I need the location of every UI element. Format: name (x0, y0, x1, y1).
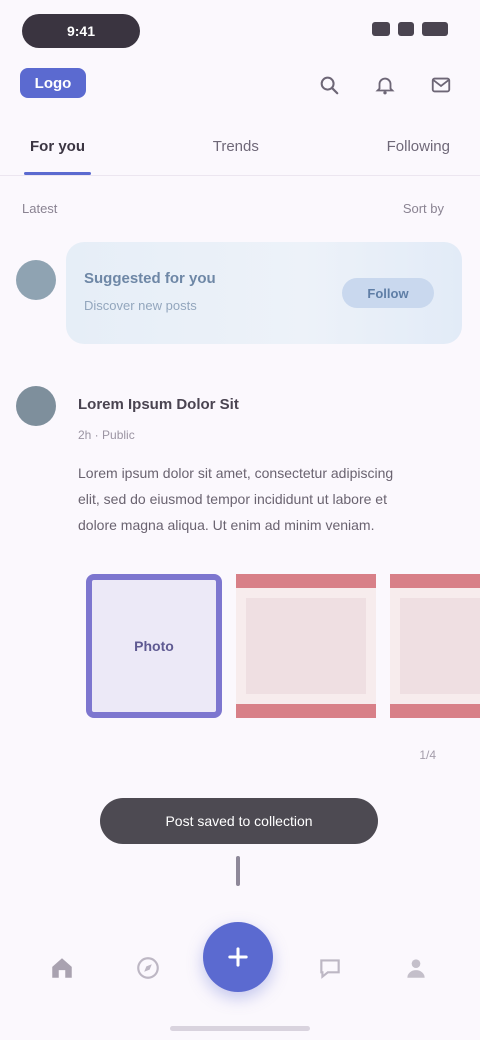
follow-button[interactable]: Follow (342, 278, 434, 308)
image-tile-selected[interactable]: Photo (86, 574, 222, 718)
post-body-line: Lorem ipsum dolor sit amet, consectetur … (78, 465, 394, 481)
status-time: 9:41 (66, 23, 96, 39)
image-tile[interactable] (390, 574, 480, 718)
post-body: Lorem ipsum dolor sit amet, consectetur … (78, 460, 448, 538)
post-body-line: elit, sed do eiusmod tempor incididunt u… (78, 491, 387, 507)
snackbar-message: Post saved to collection (165, 813, 313, 829)
image-counter: 1/4 (419, 748, 436, 762)
nav-explore[interactable] (128, 948, 168, 988)
tab-for-you[interactable]: For you (24, 126, 91, 175)
post-body-line: dolore magna aliqua. Ut enim ad minim ve… (78, 517, 375, 533)
suggestion-avatar[interactable] (16, 260, 56, 300)
post-image-carousel[interactable]: Photo (80, 574, 480, 722)
nav-chat[interactable] (310, 948, 350, 988)
messages-button[interactable] (424, 68, 458, 102)
filter-row: Latest Sort by (22, 196, 444, 220)
drag-handle (236, 856, 240, 886)
image-tile-label: Photo (134, 638, 174, 654)
profile-icon (407, 959, 425, 978)
compose-icon (228, 947, 248, 967)
notifications-button[interactable] (368, 68, 402, 102)
status-time-pill: 9:41 (22, 14, 140, 48)
logo-text: Logo (34, 74, 72, 92)
explore-icon (137, 957, 159, 979)
bell-icon (375, 77, 395, 95)
sort-by-button[interactable]: Sort by (403, 201, 444, 216)
home-indicator (170, 1026, 310, 1031)
suggestion-card[interactable]: Suggested for you Discover new posts Fol… (66, 242, 462, 344)
tab-trends[interactable]: Trends (213, 126, 259, 175)
nav-profile[interactable] (396, 948, 436, 988)
compose-button[interactable] (203, 922, 273, 992)
nav-home[interactable] (42, 948, 82, 988)
tab-following[interactable]: Following (387, 126, 450, 175)
app-logo[interactable]: Logo (20, 68, 86, 98)
mail-icon (431, 77, 451, 93)
battery-icon (422, 22, 448, 36)
snackbar[interactable]: Post saved to collection (100, 798, 378, 844)
search-icon (320, 76, 339, 95)
bottom-navigation (0, 922, 480, 1040)
filter-latest[interactable]: Latest (22, 201, 57, 216)
chat-icon (320, 959, 340, 979)
image-thumbnail (400, 598, 480, 694)
home-icon (52, 958, 72, 978)
image-thumbnail (246, 598, 366, 694)
signal-icon (372, 22, 390, 36)
search-button[interactable] (312, 68, 346, 102)
post-author-name[interactable]: Lorem Ipsum Dolor Sit (78, 396, 239, 413)
suggestion-title: Suggested for you (84, 270, 216, 287)
header-actions (312, 68, 458, 102)
feed-tabs: For you Trends Following (0, 126, 480, 176)
post-meta: 2h · Public (78, 428, 135, 442)
post-author-avatar[interactable] (16, 386, 56, 426)
wifi-icon (398, 22, 414, 36)
image-tile[interactable] (236, 574, 376, 718)
app-screen: 9:41 Logo For you Trends Following Lates… (0, 0, 480, 1040)
suggestion-subtitle: Discover new posts (84, 298, 197, 313)
status-icons (372, 22, 448, 36)
